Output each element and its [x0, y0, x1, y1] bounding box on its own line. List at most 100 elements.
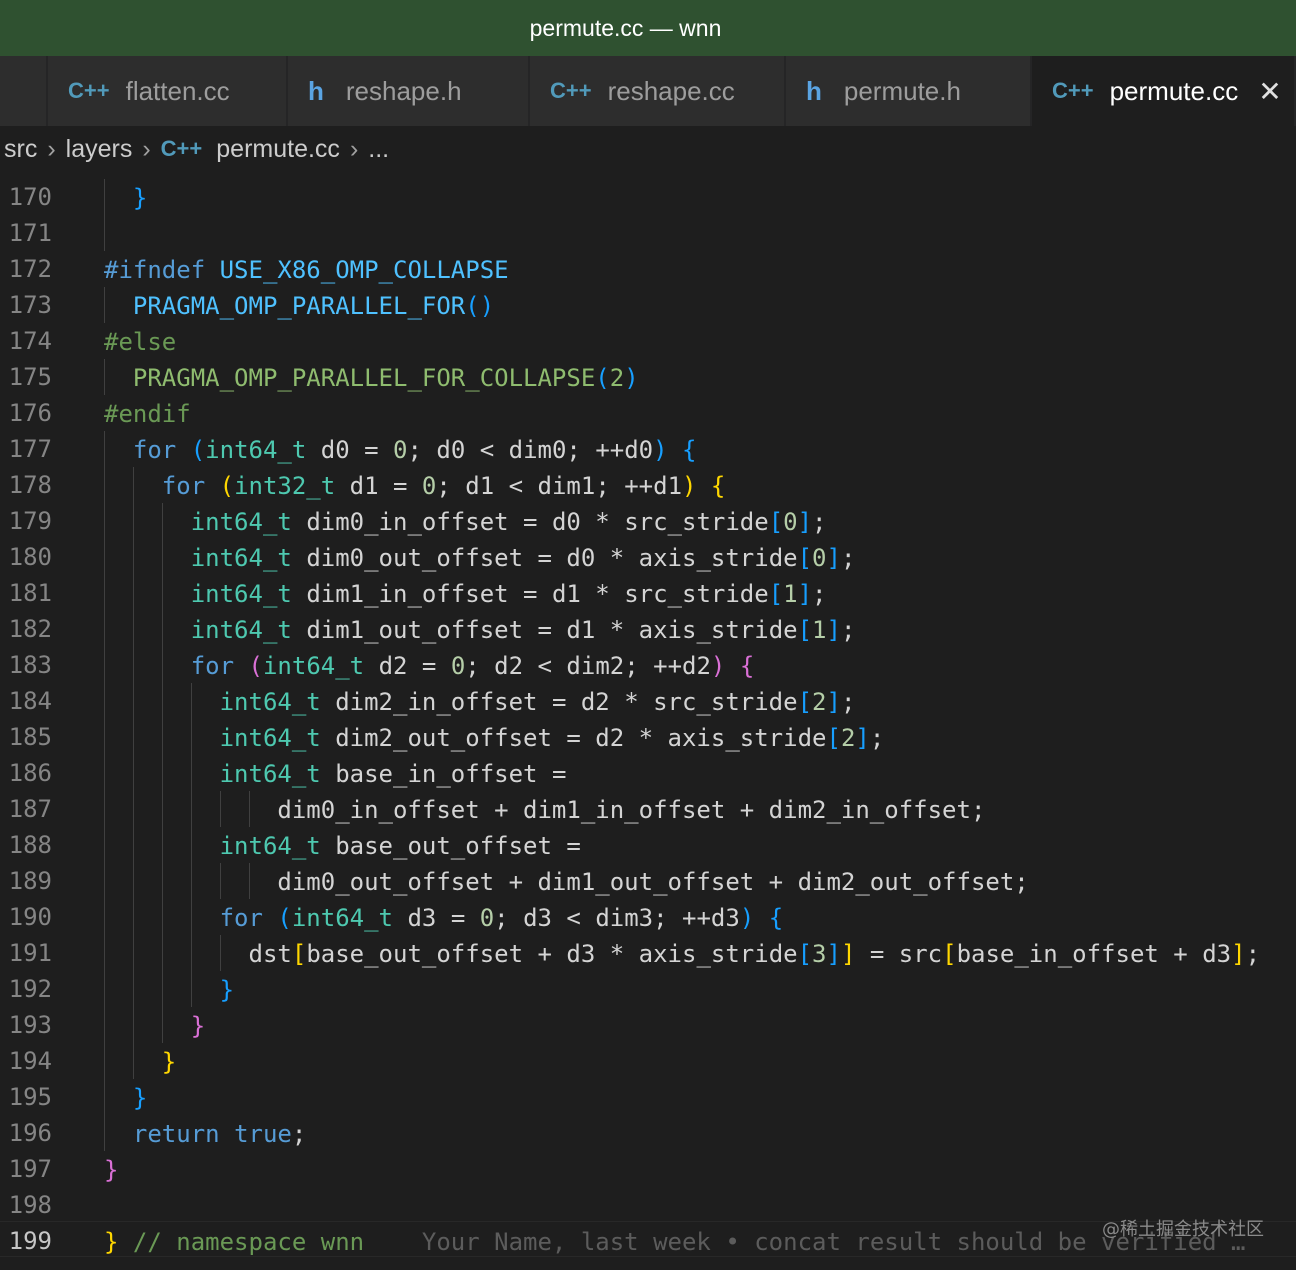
line-number: 176 [8, 399, 52, 427]
code-line: 172 #ifndef USE_X86_OMP_COLLAPSE [0, 251, 1296, 287]
code-text: return true; [132, 1120, 307, 1148]
code-line: 182 int64_t dim1_out_offset = d1 * axis_… [0, 611, 1296, 647]
code-text: dim0_out_offset + dim1_out_offset + dim2… [277, 868, 1029, 896]
line-number: 192 [8, 975, 52, 1003]
breadcrumb: src › layers › C++ permute.cc › ... [0, 126, 1296, 172]
code-text: PRAGMA_OMP_PARALLEL_FOR_COLLAPSE(2) [132, 364, 639, 392]
line-number: 174 [8, 327, 52, 355]
code-line: 183 for (int64_t d2 = 0; d2 < dim2; ++d2… [0, 647, 1296, 683]
breadcrumb-item-file[interactable]: permute.cc [216, 135, 340, 164]
code-line: 192 } [0, 971, 1296, 1007]
cpp-file-icon: C++ [68, 78, 110, 103]
chevron-right-icon: › [47, 134, 56, 163]
code-text: #else [104, 328, 177, 356]
tab-reshape-h[interactable]: h reshape.h [288, 56, 530, 126]
code-line: 185 int64_t dim2_out_offset = d2 * axis_… [0, 719, 1296, 755]
tab-label: reshape.h [345, 75, 462, 106]
close-icon[interactable]: ✕ [1258, 75, 1281, 108]
tab-label: permute.cc [1109, 75, 1239, 106]
code-text: int64_t dim0_in_offset = d0 * src_stride… [190, 508, 827, 536]
code-text: for (int64_t d2 = 0; d2 < dim2; ++d2) { [190, 652, 755, 680]
line-number: 199 [8, 1227, 52, 1255]
code-line: 188 int64_t base_out_offset = [0, 827, 1296, 863]
line-number: 175 [8, 363, 52, 391]
line-number: 183 [8, 651, 52, 679]
code-text: dst[base_out_offset + d3 * axis_stride[3… [248, 940, 1261, 968]
code-line: 187 dim0_in_offset + dim1_in_offset + di… [0, 791, 1296, 827]
code-text: } // namespace wnn Your Name, last week … [104, 1228, 1246, 1256]
window-title: permute.cc — wnn [529, 14, 722, 41]
tab-bar: C++ flatten.cc h reshape.h C++ reshape.c… [0, 56, 1296, 126]
code-line: 178 for (int32_t d1 = 0; d1 < dim1; ++d1… [0, 467, 1296, 503]
code-line: 191 dst[base_out_offset + d3 * axis_stri… [0, 935, 1296, 971]
breadcrumb-item-symbol[interactable]: ... [368, 135, 389, 164]
line-number: 197 [8, 1155, 52, 1183]
line-number: 193 [8, 1011, 52, 1039]
code-text: for (int64_t d0 = 0; d0 < dim0; ++d0) { [132, 436, 697, 464]
cpp-file-icon: C++ [160, 136, 203, 161]
code-text: int64_t base_out_offset = [219, 832, 581, 860]
line-number: 181 [8, 579, 52, 607]
code-text: for (int32_t d1 = 0; d1 < dim1; ++d1) { [161, 472, 726, 500]
code-line: 176 #endif [0, 395, 1296, 431]
code-line: 181 int64_t dim1_in_offset = d1 * src_st… [0, 575, 1296, 611]
line-number: 172 [8, 255, 52, 283]
code-text: } [132, 184, 148, 212]
tab-permute-h[interactable]: h permute.h [786, 56, 1032, 126]
code-line: 179 int64_t dim0_in_offset = d0 * src_st… [0, 503, 1296, 539]
code-line: 184 int64_t dim2_in_offset = d2 * src_st… [0, 683, 1296, 719]
code-text: #ifndef USE_X86_OMP_COLLAPSE [104, 256, 509, 284]
code-line: 180 int64_t dim0_out_offset = d0 * axis_… [0, 539, 1296, 575]
code-line: 197 } [0, 1151, 1296, 1187]
title-bar: permute.cc — wnn [0, 0, 1296, 56]
code-text: } [132, 1084, 148, 1112]
code-text: int64_t dim2_out_offset = d2 * axis_stri… [219, 724, 885, 752]
code-text: int64_t dim1_out_offset = d1 * axis_stri… [190, 616, 856, 644]
code-text: } [219, 976, 235, 1004]
line-number: 187 [8, 795, 52, 823]
code-line: 170 } [0, 179, 1296, 215]
code-line: 171 [0, 215, 1296, 251]
line-number: 185 [8, 723, 52, 751]
tab-reshape-cc[interactable]: C++ reshape.cc [530, 56, 786, 126]
line-number: 173 [8, 291, 52, 319]
watermark: @稀土掘金技术社区 [1102, 1219, 1264, 1240]
tab-overflow[interactable] [0, 56, 48, 126]
code-text: int64_t dim1_in_offset = d1 * src_stride… [190, 580, 827, 608]
tab-label: flatten.cc [125, 75, 230, 106]
code-text: int64_t dim0_out_offset = d0 * axis_stri… [190, 544, 856, 572]
code-line: 174 #else [0, 323, 1296, 359]
header-file-icon: h [806, 75, 822, 106]
code-editor[interactable]: 170 } 171 172 #ifndef USE_X86_OMP_COLLAP… [0, 172, 1296, 1270]
line-number: 177 [8, 435, 52, 463]
tab-label: reshape.cc [607, 75, 735, 106]
code-text: dim0_in_offset + dim1_in_offset + dim2_i… [277, 796, 986, 824]
line-number: 182 [8, 615, 52, 643]
line-number: 194 [8, 1047, 52, 1075]
line-number: 186 [8, 759, 52, 787]
breadcrumb-item-layers[interactable]: layers [66, 135, 133, 164]
code-text: } [161, 1048, 177, 1076]
code-line: 175 PRAGMA_OMP_PARALLEL_FOR_COLLAPSE(2) [0, 359, 1296, 395]
chevron-right-icon: › [142, 134, 151, 163]
line-number: 184 [8, 687, 52, 715]
code-line: 177 for (int64_t d0 = 0; d0 < dim0; ++d0… [0, 431, 1296, 467]
line-number: 170 [8, 183, 52, 211]
code-line: 193 } [0, 1007, 1296, 1043]
code-line: 196 return true; [0, 1115, 1296, 1151]
breadcrumb-item-src[interactable]: src [4, 135, 37, 164]
line-number: 189 [8, 867, 52, 895]
code-line: 173 PRAGMA_OMP_PARALLEL_FOR() [0, 287, 1296, 323]
code-line: 194 } [0, 1043, 1296, 1079]
code-line: 195 } [0, 1079, 1296, 1115]
code-text: } [190, 1012, 206, 1040]
line-number: 191 [8, 939, 52, 967]
line-number: 171 [8, 219, 52, 247]
code-line: 189 dim0_out_offset + dim1_out_offset + … [0, 863, 1296, 899]
line-number: 188 [8, 831, 52, 859]
tab-flatten-cc[interactable]: C++ flatten.cc [48, 56, 288, 126]
tab-permute-cc[interactable]: C++ permute.cc ✕ [1032, 56, 1296, 126]
code-text: #endif [104, 400, 191, 428]
code-line: 186 int64_t base_in_offset = [0, 755, 1296, 791]
header-file-icon: h [308, 75, 324, 106]
